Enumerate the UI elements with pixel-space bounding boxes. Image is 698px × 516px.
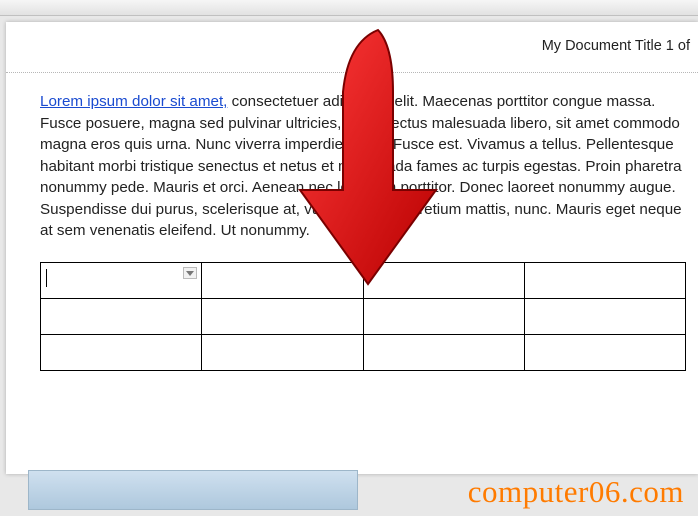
cell-dropdown-button[interactable] bbox=[183, 267, 197, 279]
table-row bbox=[41, 263, 686, 299]
paragraph-text: consectetuer adipiscing elit. Maecenas p… bbox=[40, 93, 682, 239]
document-page: My Document Title 1 of Lorem ipsum dolor… bbox=[6, 22, 698, 474]
ruler bbox=[0, 0, 698, 16]
table-cell[interactable] bbox=[524, 335, 685, 371]
table-cell[interactable] bbox=[41, 263, 202, 299]
document-table[interactable] bbox=[40, 262, 686, 371]
table-cell[interactable] bbox=[41, 335, 202, 371]
table-cell[interactable] bbox=[524, 299, 685, 335]
table-cell[interactable] bbox=[524, 263, 685, 299]
hyperlink-lorem[interactable]: Lorem ipsum dolor sit amet, bbox=[40, 93, 227, 110]
page-header[interactable]: My Document Title 1 of bbox=[6, 36, 698, 73]
table-cell[interactable] bbox=[41, 299, 202, 335]
watermark-text: computer06.com bbox=[468, 474, 684, 510]
table-cell[interactable] bbox=[363, 335, 524, 371]
table-cell[interactable] bbox=[363, 299, 524, 335]
table-cell[interactable] bbox=[202, 299, 363, 335]
table-cell[interactable] bbox=[202, 335, 363, 371]
body-paragraph[interactable]: Lorem ipsum dolor sit amet, consectetuer… bbox=[6, 91, 698, 242]
table-cell[interactable] bbox=[202, 263, 363, 299]
table-cell[interactable] bbox=[363, 263, 524, 299]
chevron-down-icon bbox=[186, 271, 194, 276]
header-title: My Document Title 1 of bbox=[542, 38, 690, 54]
table-row bbox=[41, 335, 686, 371]
image-placeholder bbox=[28, 470, 358, 510]
table-row bbox=[41, 299, 686, 335]
